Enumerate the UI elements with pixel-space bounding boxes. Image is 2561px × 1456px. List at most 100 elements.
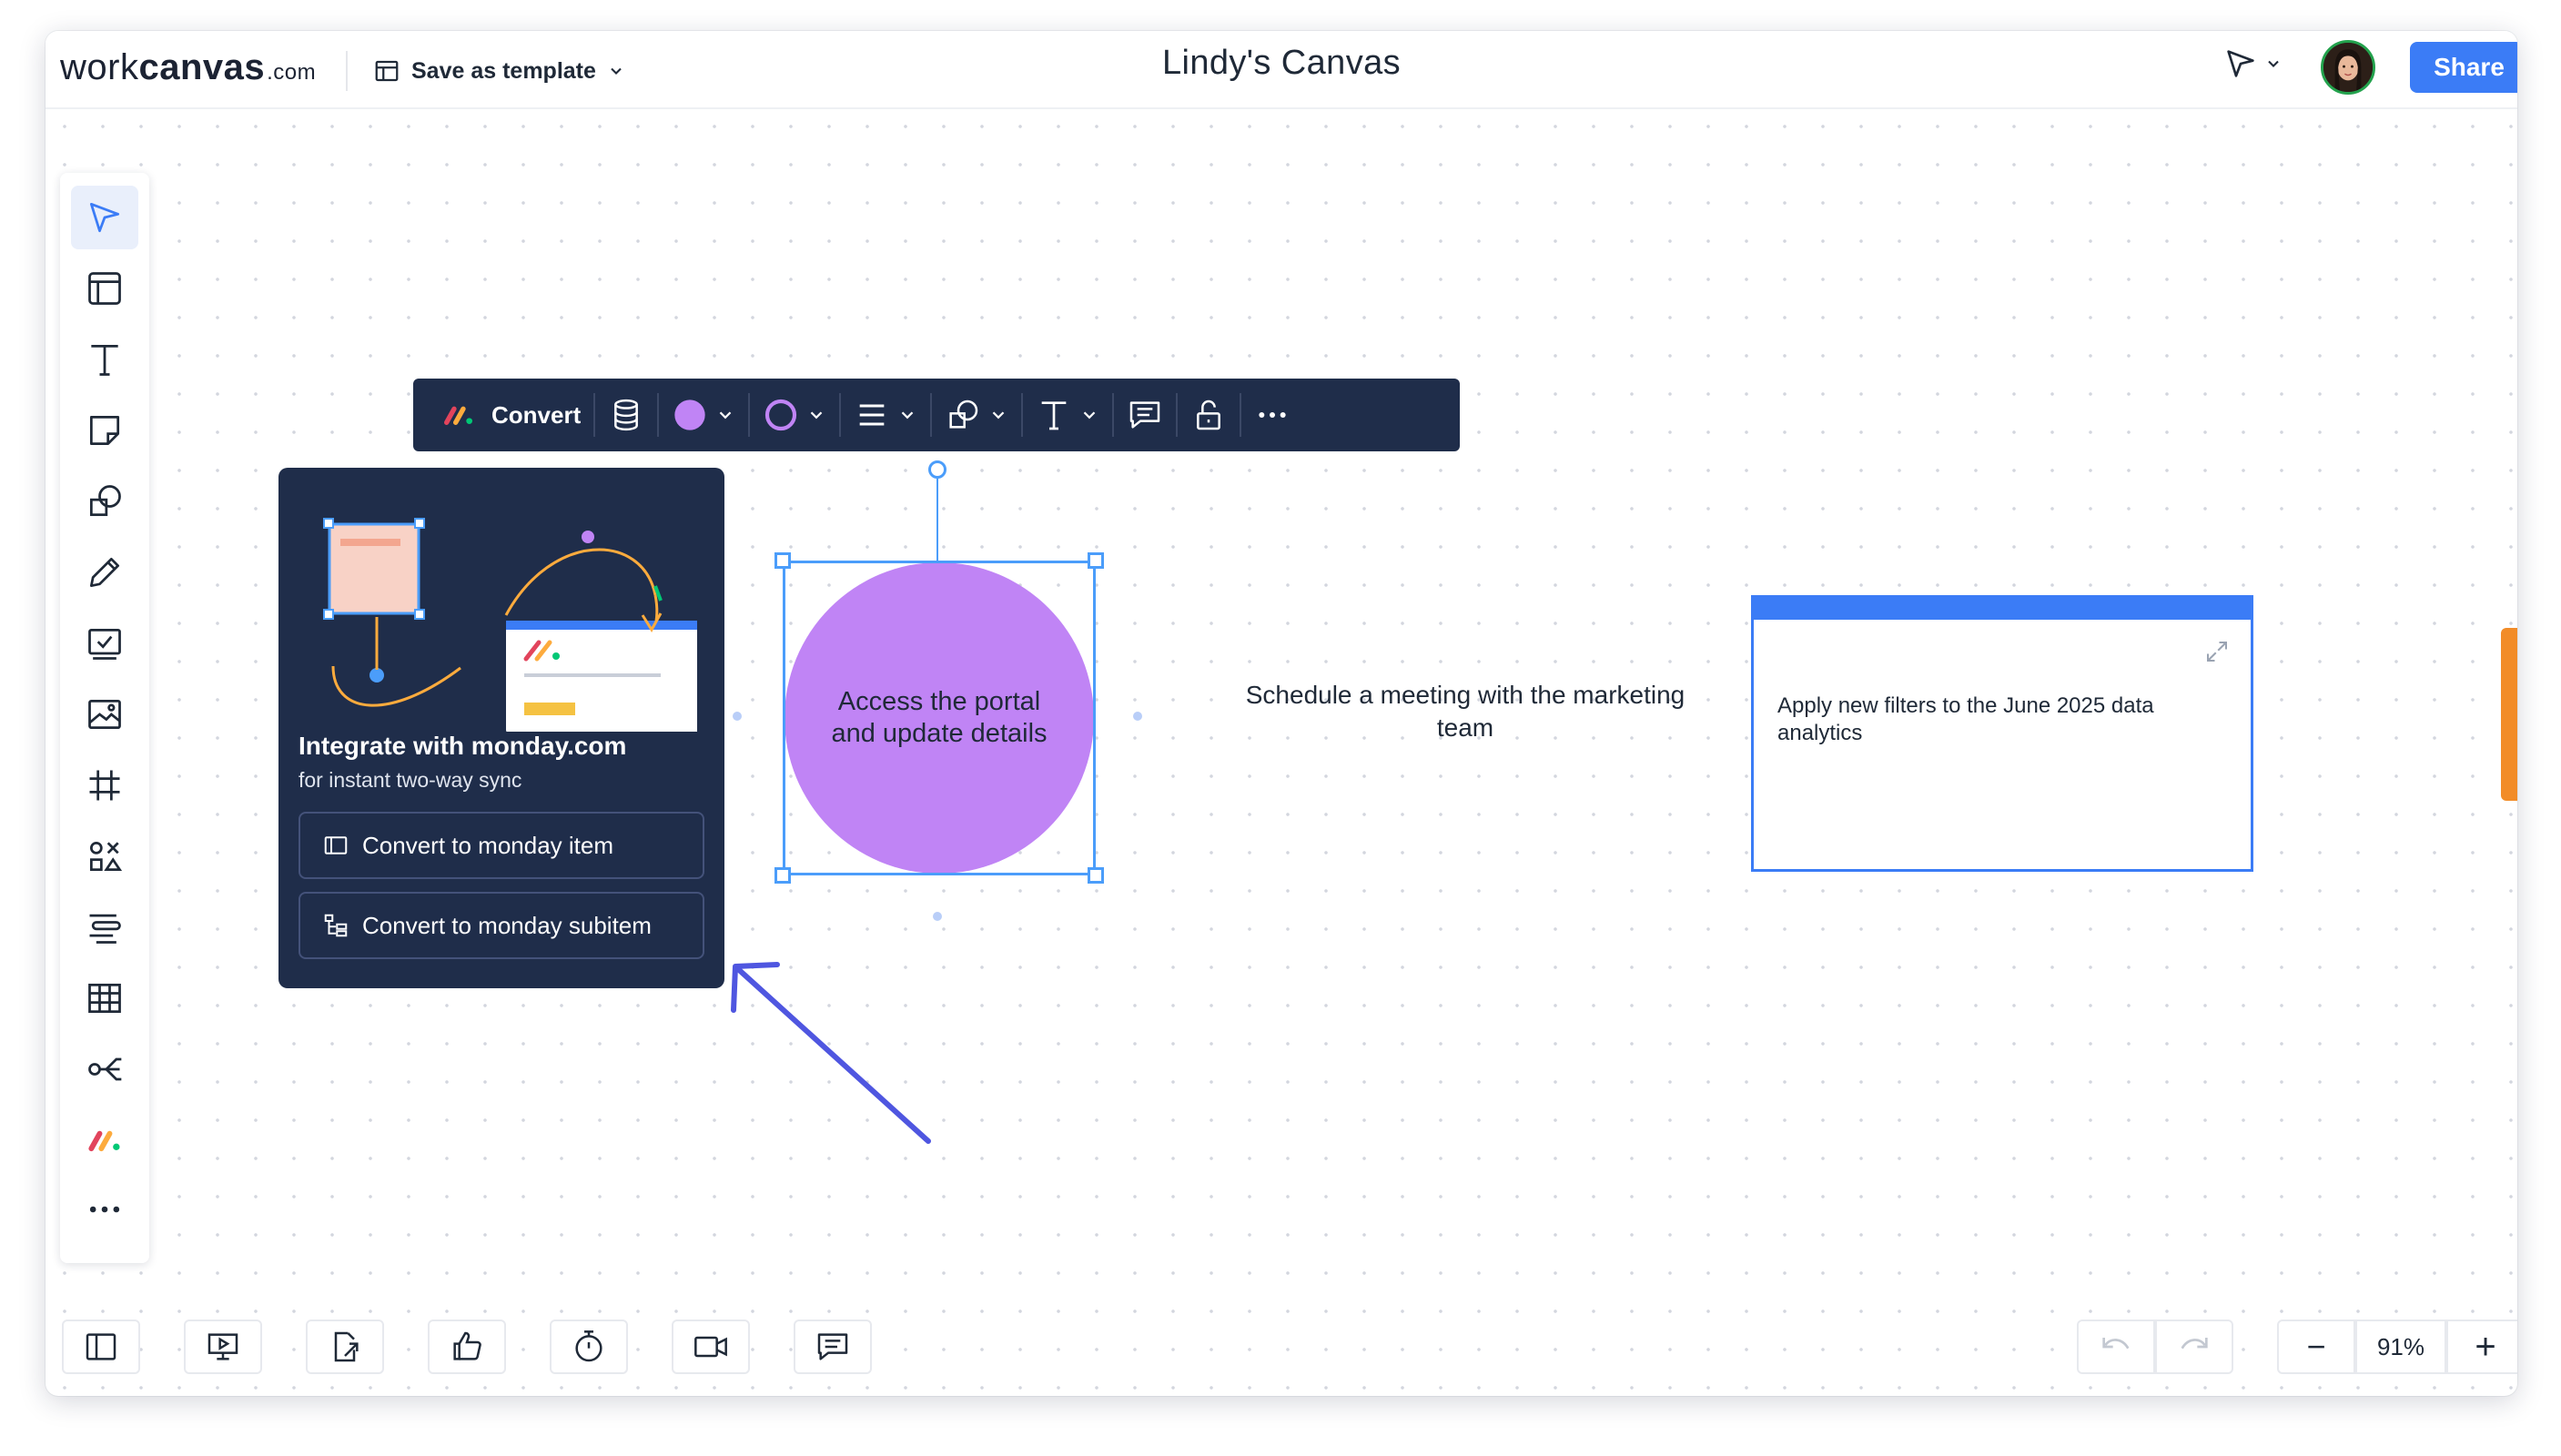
text-format-picker[interactable] [1023,379,1112,451]
task-tool[interactable] [71,612,138,675]
frame-tool[interactable] [71,257,138,320]
resize-handle-top-right[interactable] [1088,552,1104,569]
monday-tool[interactable] [71,1108,138,1172]
cursor-icon [2227,50,2254,77]
line-style-picker[interactable] [841,379,930,451]
rotation-line [936,479,938,561]
shapes-icon [949,399,978,429]
video-camera-icon [694,1336,727,1358]
data-source-button[interactable] [595,379,657,451]
convert-button[interactable]: Convert [428,379,593,451]
cursor-icon [89,202,120,233]
sticky-note-icon [89,415,120,446]
list-tool[interactable] [71,895,138,959]
timer-button[interactable] [550,1320,628,1374]
shape-context-toolbar: Convert [413,379,1460,451]
shapes-tool[interactable] [71,470,138,533]
connector-anchor-left[interactable] [733,712,742,721]
text-element[interactable]: Schedule a meeting with the marketing te… [1229,679,1702,744]
timer-icon [575,1330,602,1362]
text-icon [91,344,118,376]
side-panel-tab[interactable] [2501,628,2517,801]
comment-icon [817,1333,848,1360]
user-avatar[interactable] [2321,40,2375,95]
card-text[interactable]: Apply new filters to the June 2025 data … [1777,693,2160,747]
stroke-color-picker[interactable] [750,379,839,451]
convert-to-item-button[interactable]: Convert to monday item [299,812,704,879]
shapes-icon [89,485,121,517]
more-tools[interactable] [71,1178,138,1241]
mind-map-tool[interactable] [71,1037,138,1101]
redo-button[interactable] [2155,1320,2233,1374]
toggle-sidebar-button[interactable] [62,1320,140,1374]
hash-icon [89,770,120,801]
vote-button[interactable] [428,1320,506,1374]
pointer-mode-menu[interactable] [2222,46,2283,82]
pen-icon [89,557,120,588]
undo-icon [2102,1338,2130,1350]
elements-tool[interactable] [71,824,138,888]
more-icon [1259,412,1286,418]
card-element[interactable]: Apply new filters to the June 2025 data … [1751,595,2253,872]
image-tool[interactable] [71,682,138,746]
fill-color-picker[interactable] [659,379,748,451]
more-options-button[interactable] [1241,379,1303,451]
integration-illustration [323,518,697,732]
monday-convert-panel: Integrate with monday.com for instant tw… [278,468,724,988]
resize-handle-bottom-right[interactable] [1088,867,1104,884]
item-icon [324,836,348,854]
shape-type-picker[interactable] [932,379,1021,451]
rotation-handle[interactable] [928,460,946,479]
undo-button[interactable] [2077,1320,2155,1374]
history-controls [2077,1320,2233,1374]
video-call-button[interactable] [672,1320,750,1374]
resize-handle-bottom-left[interactable] [774,867,791,884]
list-icon [89,914,121,944]
text-tool[interactable] [71,328,138,391]
select-tool[interactable] [71,186,138,249]
chevron-down-icon [719,411,732,420]
line-weight-icon [859,404,885,426]
chevron-down-icon [810,411,823,420]
text-icon [1041,401,1067,430]
export-icon [334,1331,359,1362]
card-header-bar [1754,598,2251,620]
table-tool[interactable] [71,966,138,1030]
table-icon [88,983,121,1014]
zoom-in-button[interactable]: + [2446,1320,2517,1374]
resize-handle-top-left[interactable] [774,552,791,569]
redo-icon [2181,1338,2208,1350]
convert-to-subitem-button[interactable]: Convert to monday subitem [299,892,704,959]
grid-tool[interactable] [71,753,138,817]
pen-tool[interactable] [71,541,138,604]
thumbs-up-icon [453,1331,481,1360]
comment-icon [1130,401,1160,429]
elements-icon [89,841,123,872]
export-button[interactable] [306,1320,384,1374]
canvas-title[interactable]: Lindy's Canvas [46,44,2517,83]
annotation-arrow[interactable] [719,950,956,1150]
avatar-portrait [2323,43,2373,92]
database-icon [614,399,639,431]
connector-anchor-right[interactable] [1133,712,1142,721]
comments-button[interactable] [794,1320,872,1374]
left-toolbar [60,173,149,1263]
zoom-level[interactable]: 91% [2355,1320,2446,1374]
chevron-down-icon [1083,411,1096,420]
share-button[interactable]: Share [2410,42,2517,93]
zoom-controls: − 91% + [2277,1320,2517,1374]
connector-anchor-bottom[interactable] [933,912,942,921]
zoom-out-button[interactable]: − [2277,1320,2355,1374]
chevron-down-icon [2268,60,2279,67]
monday-logo-icon [444,406,472,425]
frame-icon [88,272,121,305]
comment-button[interactable] [1114,379,1176,451]
app-window: work canvas .com Save as template Lindy's … [46,31,2517,1396]
expand-icon[interactable] [2203,638,2231,665]
sticky-note-tool[interactable] [71,399,138,462]
present-button[interactable] [184,1320,262,1374]
convert-label: Convert [491,400,582,429]
subitem-icon [324,914,348,937]
lock-button[interactable] [1178,379,1240,451]
panel-subtitle: for instant two-way sync [299,768,522,792]
